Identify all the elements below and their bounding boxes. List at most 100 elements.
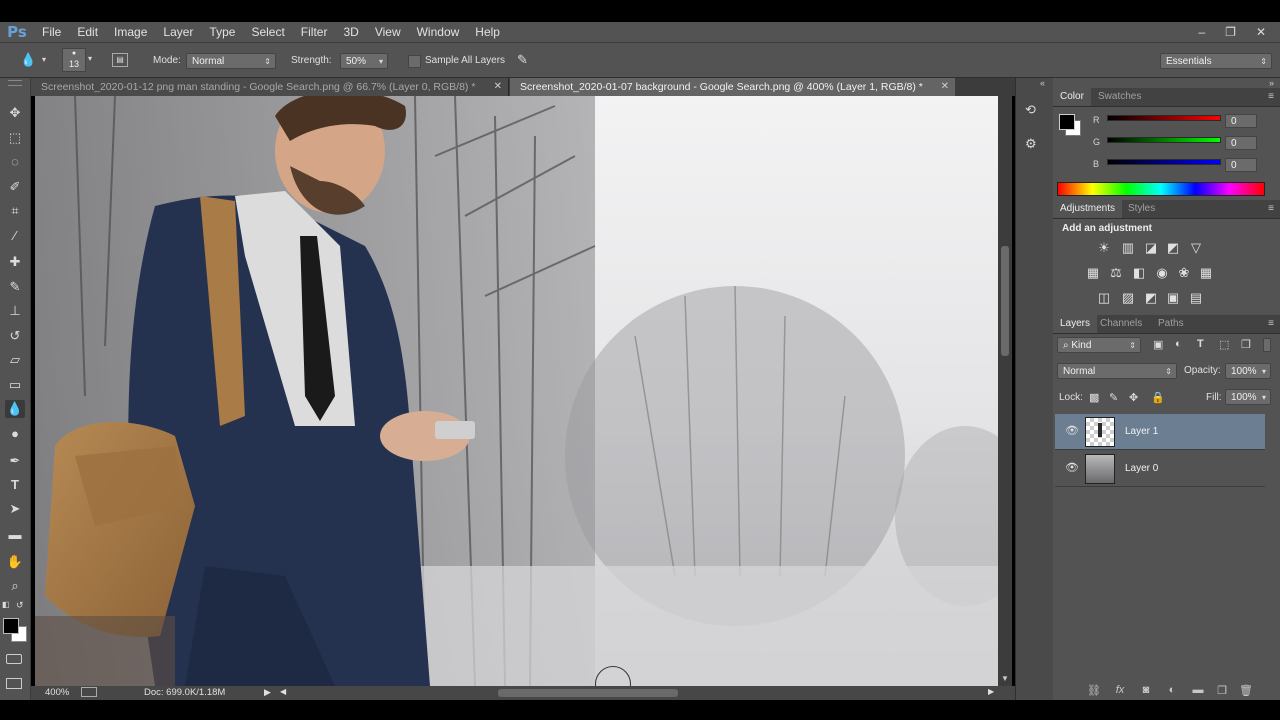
vertical-scroll-thumb[interactable] — [1001, 246, 1009, 356]
link-layers-icon[interactable]: ⛓ — [1087, 684, 1101, 698]
pen-icon[interactable]: ✒ — [5, 452, 25, 470]
swap-colors-icon[interactable]: ↺ — [16, 600, 24, 611]
curves-icon[interactable]: ◪ — [1143, 241, 1159, 255]
panel-menu-icon[interactable]: ≡ — [1268, 315, 1274, 333]
color-spectrum-ramp[interactable] — [1057, 182, 1265, 196]
r-input[interactable]: 0 — [1225, 114, 1257, 128]
invert-icon[interactable]: ◫ — [1096, 291, 1112, 305]
layer-filter-dropdown[interactable]: ⌕ Kind ⇕ — [1057, 337, 1141, 353]
selective-color-icon[interactable]: ▣ — [1165, 291, 1181, 305]
marquee-icon[interactable]: ⬚ — [5, 129, 25, 147]
b-slider[interactable] — [1107, 159, 1221, 165]
exposure-icon[interactable]: ◩ — [1165, 241, 1181, 255]
levels-icon[interactable]: ▥ — [1120, 241, 1136, 255]
tab-document-man-standing[interactable]: Screenshot_2020-01-12 png man standing -… — [31, 78, 509, 96]
minimize-button[interactable]: – — [1198, 25, 1205, 39]
vibrance-icon[interactable]: ▽ — [1188, 241, 1204, 255]
quick-mask-icon[interactable] — [6, 654, 22, 664]
color-lookup-icon[interactable]: ▦ — [1198, 266, 1214, 280]
type-icon[interactable]: T — [5, 476, 25, 494]
layer-row-layer-1[interactable]: 👁 Layer 1 — [1055, 414, 1265, 450]
crop-icon[interactable]: ⌗ — [5, 202, 25, 220]
lock-all-icon[interactable]: 🔒 — [1151, 391, 1165, 404]
close-icon[interactable]: ✕ — [494, 78, 502, 96]
tab-swatches[interactable]: Swatches — [1091, 88, 1148, 106]
photo-filter-icon[interactable]: ◉ — [1154, 266, 1170, 280]
filter-pixel-icon[interactable]: ▣ — [1153, 338, 1163, 351]
close-icon[interactable]: ✕ — [941, 78, 949, 96]
menu-layer[interactable]: Layer — [155, 25, 201, 39]
posterize-icon[interactable]: ▨ — [1120, 291, 1136, 305]
lock-transparent-icon[interactable]: ▩ — [1089, 391, 1099, 404]
tab-color[interactable]: Color — [1053, 88, 1091, 106]
add-mask-icon[interactable]: ◙ — [1139, 684, 1153, 698]
menu-window[interactable]: Window — [409, 25, 468, 39]
layer-name[interactable]: Layer 1 — [1125, 426, 1158, 437]
blur-icon[interactable]: 💧 — [5, 400, 25, 418]
b-input[interactable]: 0 — [1225, 158, 1257, 172]
brush-picker-arrow-icon[interactable]: ▾ — [88, 54, 92, 63]
path-select-icon[interactable]: ➤ — [5, 500, 25, 518]
g-slider[interactable] — [1107, 137, 1221, 143]
filter-toggle-switch[interactable] — [1263, 338, 1271, 352]
hand-icon[interactable]: ✋ — [5, 553, 25, 571]
brush-size-picker[interactable]: ● 13 — [62, 48, 86, 72]
history-panel-icon[interactable]: ⟲ — [1025, 102, 1036, 118]
dodge-icon[interactable]: ● — [5, 425, 25, 443]
menu-filter[interactable]: Filter — [293, 25, 336, 39]
sample-all-layers-checkbox[interactable] — [408, 55, 421, 68]
scroll-right-arrow-icon[interactable]: ▶ — [988, 687, 994, 696]
workspace-dropdown[interactable]: Essentials ⇕ — [1160, 53, 1272, 69]
tab-document-background[interactable]: Screenshot_2020-01-07 background - Googl… — [510, 78, 955, 96]
document-canvas[interactable] — [35, 96, 998, 686]
move-icon[interactable]: ✥ — [5, 104, 25, 122]
new-adjustment-layer-icon[interactable]: ◐ — [1165, 684, 1179, 698]
zoom-level[interactable]: 400% — [45, 687, 69, 698]
screen-mode-icon[interactable] — [6, 678, 22, 689]
blur-tool-preset-icon[interactable]: 💧 — [20, 52, 36, 68]
menu-type[interactable]: Type — [201, 25, 243, 39]
blend-mode-dropdown[interactable]: Normal ⇕ — [1057, 363, 1177, 379]
pressure-icon[interactable]: ✎ — [517, 52, 528, 68]
panel-menu-icon[interactable]: ≡ — [1268, 200, 1274, 218]
gradient-icon[interactable]: ▭ — [5, 376, 25, 394]
collapse-panels-icon[interactable]: « — [1040, 78, 1045, 88]
filter-adjustment-icon[interactable]: ◐ — [1175, 338, 1182, 350]
clone-stamp-icon[interactable]: ⊥ — [5, 302, 25, 320]
properties-panel-icon[interactable]: ⚙ — [1025, 136, 1037, 152]
menu-select[interactable]: Select — [243, 25, 292, 39]
strength-input[interactable]: 50% ▾ — [340, 53, 388, 69]
filter-smart-object-icon[interactable]: ❐ — [1241, 338, 1251, 351]
lasso-icon[interactable]: ◌ — [5, 153, 25, 171]
proof-icon[interactable] — [81, 687, 97, 697]
menu-help[interactable]: Help — [467, 25, 508, 39]
tab-styles[interactable]: Styles — [1121, 200, 1162, 218]
vertical-scrollbar[interactable]: ▼ — [998, 96, 1012, 686]
fill-input[interactable]: 100% ▾ — [1225, 389, 1271, 405]
visibility-eye-icon[interactable]: 👁 — [1065, 461, 1079, 475]
filter-type-icon[interactable]: T — [1197, 338, 1204, 350]
g-input[interactable]: 0 — [1225, 136, 1257, 150]
foreground-color-swatch[interactable] — [3, 618, 19, 634]
expand-panels-icon[interactable]: » — [1269, 78, 1274, 88]
lock-position-icon[interactable]: ✥ — [1129, 391, 1138, 404]
horizontal-scroll-thumb[interactable] — [498, 689, 678, 697]
scroll-left-arrow-icon[interactable]: ◀ — [280, 687, 286, 696]
brush-icon[interactable]: ✎ — [5, 278, 25, 296]
menu-3d[interactable]: 3D — [335, 25, 366, 39]
menu-image[interactable]: Image — [106, 25, 155, 39]
opacity-input[interactable]: 100% ▾ — [1225, 363, 1271, 379]
threshold-icon[interactable]: ◩ — [1143, 291, 1159, 305]
color-balance-icon[interactable]: ⚖ — [1108, 266, 1124, 280]
new-group-icon[interactable]: ▬ — [1191, 684, 1205, 698]
panel-menu-icon[interactable]: ≡ — [1268, 88, 1274, 106]
toolbar-grip-icon[interactable] — [8, 80, 22, 86]
menu-file[interactable]: File — [34, 25, 69, 39]
layer-style-icon[interactable]: fx — [1113, 684, 1127, 698]
quick-select-icon[interactable]: ✐ — [5, 178, 25, 196]
brush-panel-toggle-icon[interactable]: ▤ — [112, 53, 128, 67]
rectangle-icon[interactable]: ▬ — [5, 526, 25, 544]
channel-mixer-icon[interactable]: ❀ — [1176, 266, 1192, 280]
lock-pixels-icon[interactable]: ✎ — [1109, 391, 1118, 404]
preset-dropdown-arrow-icon[interactable]: ▾ — [42, 55, 46, 64]
